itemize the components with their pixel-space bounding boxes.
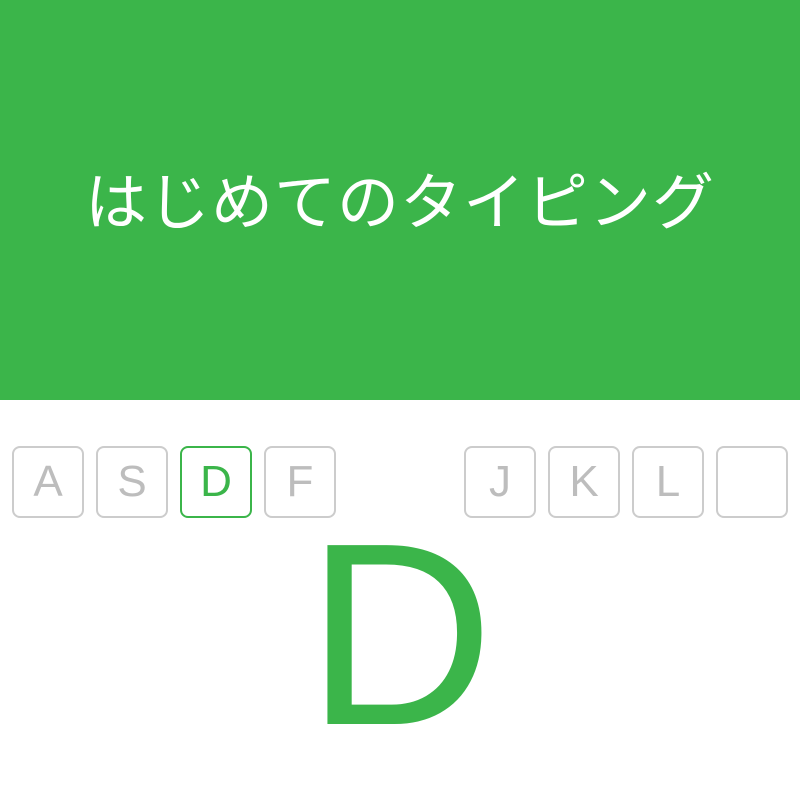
- header-banner: はじめてのタイピング: [0, 0, 800, 400]
- target-letter: D: [306, 490, 494, 780]
- typing-page: はじめてのタイピング A S D F J K L D: [0, 0, 800, 800]
- page-title: はじめてのタイピング: [84, 166, 715, 239]
